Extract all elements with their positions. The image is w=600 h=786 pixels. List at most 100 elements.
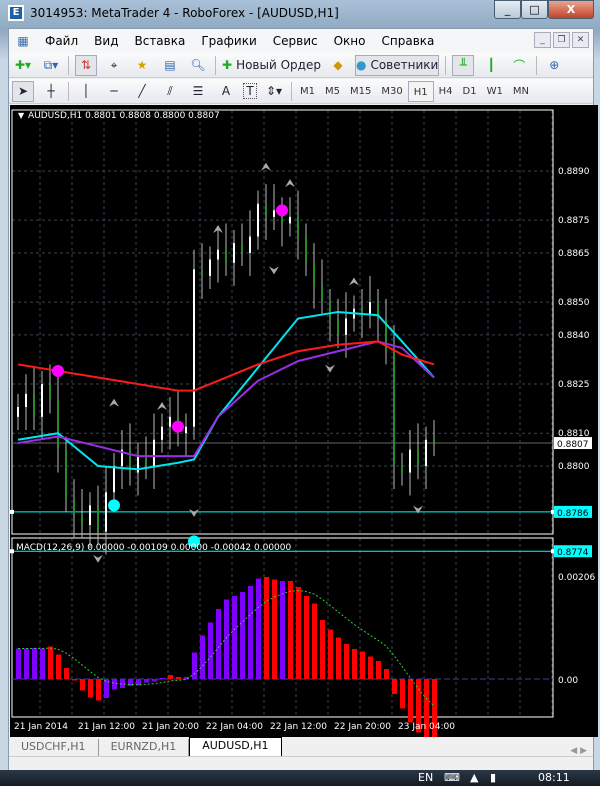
menu-tools[interactable]: Сервис [265,34,326,48]
macd-bar [24,648,29,679]
macd-bar [200,635,205,679]
keyboard-icon[interactable]: ⌨ [444,771,460,784]
signal-dot [276,204,288,217]
candle-body [425,439,427,467]
candle-body [185,426,187,434]
candle-body [105,492,107,532]
close-button[interactable]: X [548,0,594,19]
macd-bar [192,652,197,679]
macd-header: MACD(12,26,9) 0.00000 -0.00109 0.00000 -… [16,543,292,553]
macd-bar [144,679,149,683]
macd-bar [216,609,221,679]
chart-window[interactable]: ▼ AUDUSD,H1 0.8801 0.8808 0.8800 0.8807 … [10,105,599,748]
timeframe-h4[interactable]: H4 [434,81,458,102]
timeframe-m1[interactable]: M1 [295,81,320,102]
price-chart[interactable]: ▼ AUDUSD,H1 0.8801 0.8808 0.8800 0.8807 … [10,105,599,748]
chart-tabs: USDCHF,H1 EURNZD,H1 AUDUSD,H1 ◀ ▶ [9,737,593,756]
candle-body [273,210,275,217]
fibonacci-icon[interactable]: ☰ [187,81,209,102]
candle-body [33,393,35,417]
tester-icon[interactable]: 🔍︎ [187,55,209,76]
macd-bar [296,587,301,679]
arrows-icon[interactable]: ⇕▾ [263,81,285,102]
candle-body [113,466,115,493]
navigator-icon[interactable]: ★ [131,55,153,76]
tab-usdchf[interactable]: USDCHF,H1 [9,739,99,756]
experts-button[interactable]: ● Советники [354,54,440,76]
vertical-line-icon[interactable]: │ [75,81,97,102]
maximize-button[interactable]: □ [521,0,548,19]
tab-eurnzd[interactable]: EURNZD,H1 [99,739,190,756]
candle-body [89,505,91,526]
fractal-up-arrow [157,402,167,411]
language-indicator[interactable]: EN [418,771,433,784]
macd-bar [392,679,397,694]
tray-expand-icon[interactable]: ▲ [470,771,478,784]
timeframe-d1[interactable]: D1 [458,81,482,102]
time-label: 22 Jan 04:00 [206,722,263,732]
collapse-icon[interactable]: ▼ [18,111,25,120]
text-icon[interactable]: A [215,81,237,102]
crosshair-icon[interactable]: ┼ [40,81,62,102]
text-label-icon[interactable]: T [243,83,257,99]
equidistant-channel-icon[interactable]: ⫽ [159,81,181,102]
macd-bar [208,622,213,679]
clock[interactable]: 08:11 [538,771,570,784]
candle-body [241,243,243,253]
macd-bar [272,579,277,679]
menu-charts[interactable]: Графики [193,34,264,48]
timeframe-w1[interactable]: W1 [482,81,508,102]
menu-help[interactable]: Справка [374,34,443,48]
menu-view[interactable]: Вид [86,34,126,48]
horizontal-line-icon[interactable]: ─ [103,81,125,102]
time-label: 21 Jan 12:00 [78,722,135,732]
macd-bar [112,679,117,690]
menu-insert[interactable]: Вставка [126,34,193,48]
mdi-minimize-button[interactable]: _ [534,32,551,48]
timeframe-m30[interactable]: M30 [376,81,407,102]
candle-body [313,262,315,286]
network-icon[interactable]: ▮ [490,771,496,784]
candle-body [265,203,267,217]
bar-chart-icon[interactable]: ╨ [452,54,475,76]
signal-dot [172,420,184,433]
minimize-button[interactable]: _ [494,0,521,19]
line-chart-icon[interactable]: ⌒ [508,55,530,76]
new-order-button[interactable]: ✚ Новый Ордер [222,55,321,76]
mdi-close-button[interactable]: ✕ [572,32,589,48]
bid-label: 0.8807 [557,440,589,450]
market-watch-icon[interactable]: ⇅ [75,54,97,76]
menu-file[interactable]: Файл [37,34,86,48]
macd-bar [288,581,293,679]
new-chart-icon[interactable]: ✚▾ [12,55,34,76]
fractal-down-arrow [189,508,199,517]
profiles-icon[interactable]: ⧉▾ [40,55,62,76]
candle-body [345,318,347,335]
terminal-icon[interactable]: ▤ [159,55,181,76]
mdi-restore-button[interactable]: ❐ [553,32,570,48]
tab-audusd[interactable]: AUDUSD,H1 [189,737,282,756]
timeframe-m5[interactable]: M5 [320,81,345,102]
timeframe-m15[interactable]: M15 [345,81,376,102]
candle-body [57,400,59,450]
trendline-icon[interactable]: ╱ [131,81,153,102]
candle-body [249,236,251,253]
menu-window[interactable]: Окно [326,34,374,48]
time-label: 21 Jan 2014 [14,722,68,732]
crosshair-navigator-icon[interactable]: ⌖ [103,55,125,76]
menu-bar: ▦ Файл Вид Вставка Графики Сервис Окно С… [9,29,593,53]
taskbar: EN ⌨ ▲ ▮ 08:11 [0,770,600,786]
candlestick-icon[interactable]: ┃ [480,55,502,76]
price-tick: 0.8800 [558,462,590,472]
tab-scroll-arrows[interactable]: ◀ ▶ [570,746,593,756]
timeframe-mn[interactable]: MN [508,81,534,102]
macd-bar [344,644,349,679]
time-label: 23 Jan 04:00 [398,722,455,732]
signal-dot [52,364,64,377]
cursor-icon[interactable]: ➤ [12,80,34,102]
macd-bar [240,592,245,679]
timeframe-h1[interactable]: H1 [407,80,434,102]
warning-icon[interactable]: ◆ [327,55,349,76]
zoom-in-icon[interactable]: ⊕ [543,55,565,76]
macd-bar [96,679,101,701]
